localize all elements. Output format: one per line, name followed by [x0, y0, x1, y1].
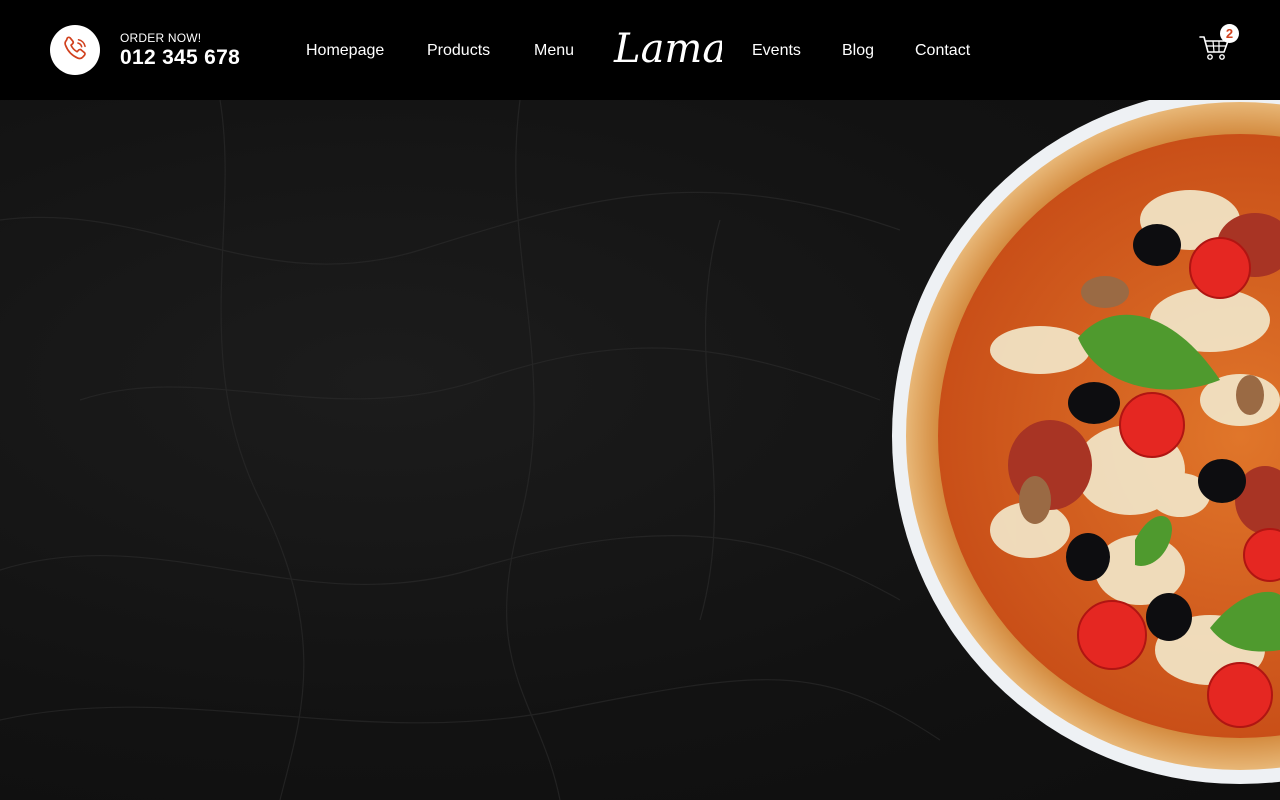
nav-link-contact[interactable]: Contact: [915, 41, 970, 60]
cart-count-badge: 2: [1220, 24, 1239, 43]
pizza-image: [892, 100, 1280, 784]
nav-link-homepage[interactable]: Homepage: [306, 41, 384, 60]
nav-link-events[interactable]: Events: [752, 41, 801, 60]
phone-icon: [64, 36, 86, 60]
logo-text: Lama: [613, 26, 722, 72]
navbar: ORDER NOW! 012 345 678 Homepage Products…: [0, 0, 1280, 100]
order-label: ORDER NOW!: [120, 31, 202, 45]
phone-button[interactable]: [50, 25, 100, 75]
nav-link-menu[interactable]: Menu: [534, 41, 574, 60]
order-info: ORDER NOW! 012 345 678: [120, 31, 240, 70]
lama-logo[interactable]: Lama: [612, 18, 722, 80]
order-phone-number[interactable]: 012 345 678: [120, 46, 240, 70]
nav-link-products[interactable]: Products: [427, 41, 490, 60]
hero-section: [0, 100, 1280, 800]
nav-link-blog[interactable]: Blog: [842, 41, 874, 60]
